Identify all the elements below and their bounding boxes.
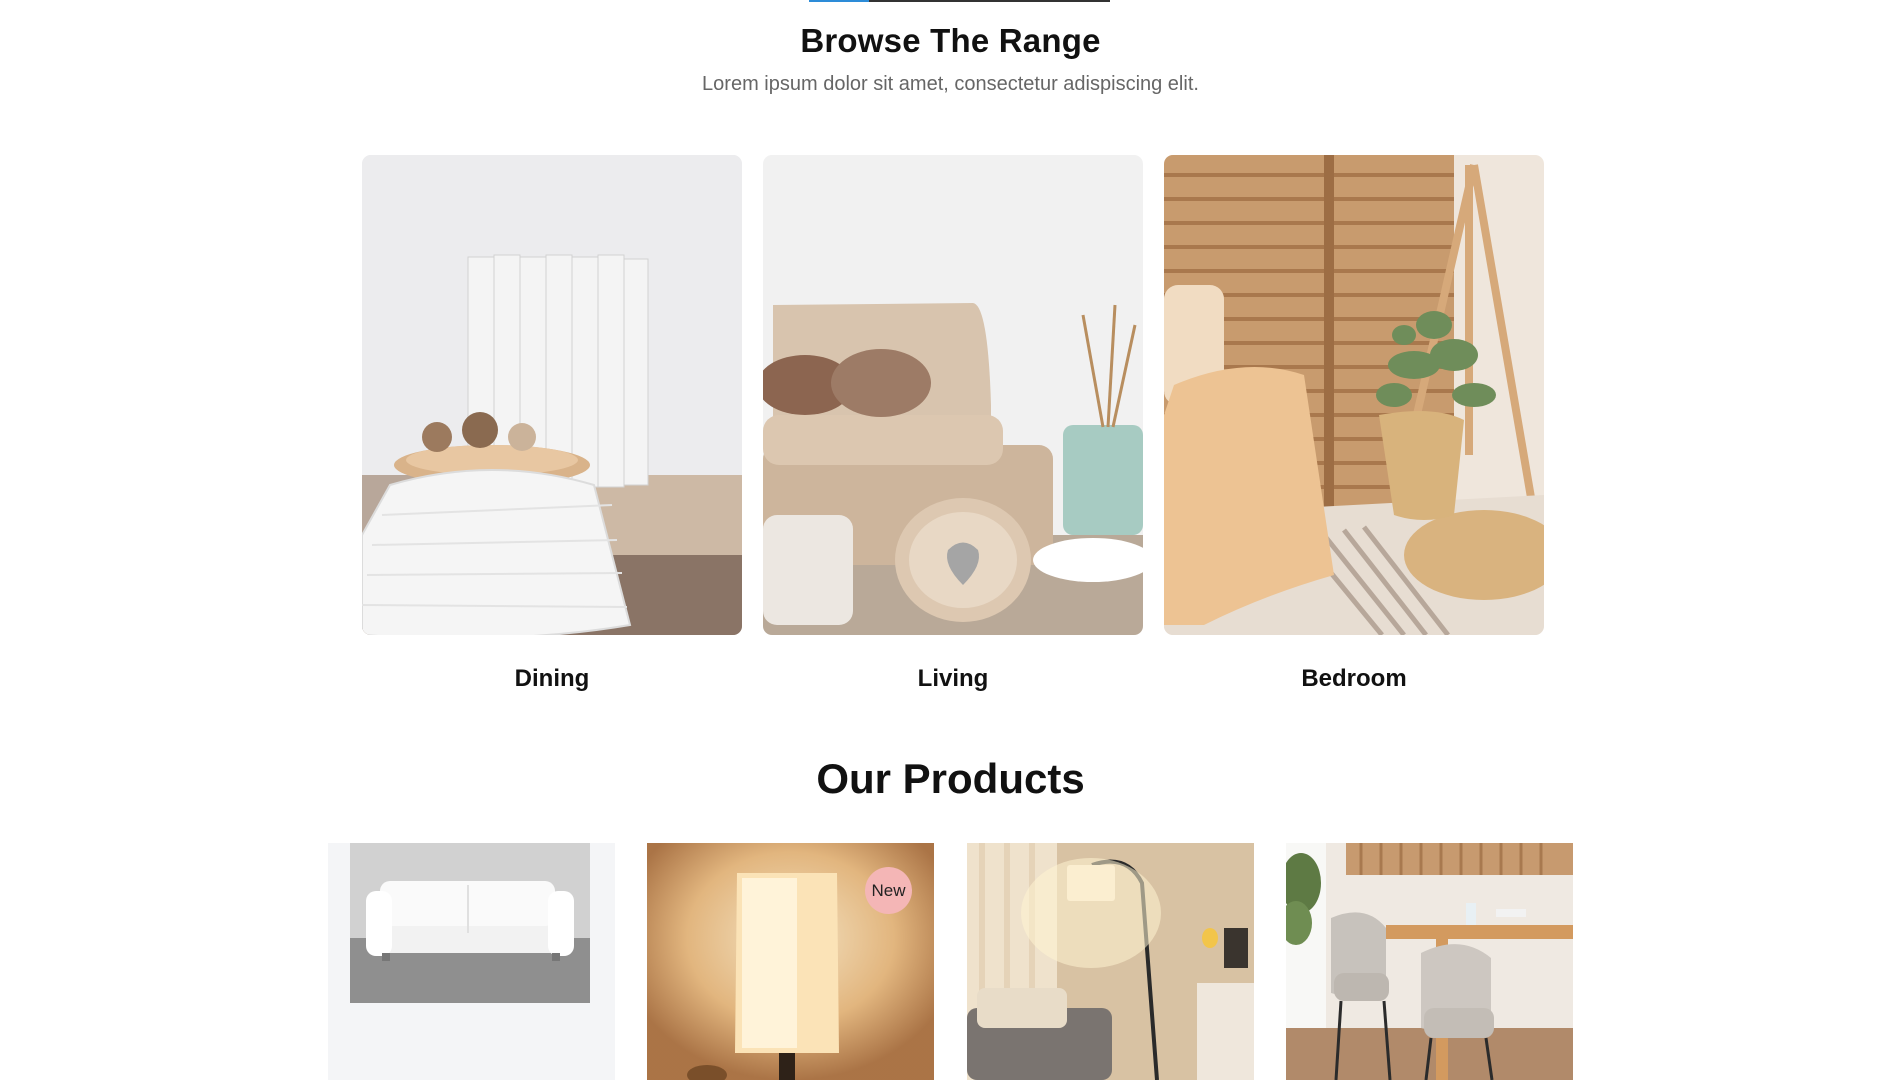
browse-range-subtitle: Lorem ipsum dolor sit amet, consectetur … bbox=[702, 73, 1199, 95]
category-card-bedroom[interactable]: Bedroom bbox=[1164, 155, 1544, 693]
category-card-living[interactable]: Living bbox=[763, 155, 1143, 693]
living-image[interactable] bbox=[763, 155, 1143, 635]
product-card[interactable] bbox=[328, 843, 615, 1080]
product-card[interactable] bbox=[1286, 843, 1573, 1080]
dining-image[interactable] bbox=[362, 155, 742, 635]
bedroom-image[interactable] bbox=[1164, 155, 1544, 635]
product-image-dining-chairs[interactable] bbox=[1286, 843, 1573, 1080]
product-card[interactable] bbox=[967, 843, 1254, 1080]
browse-range-title: Browse The Range bbox=[800, 22, 1101, 59]
product-image-white-sofa[interactable] bbox=[328, 843, 615, 1080]
new-badge: New bbox=[865, 867, 912, 914]
divider-accent bbox=[809, 0, 869, 2]
category-label-living[interactable]: Living bbox=[763, 665, 1143, 693]
category-card-dining[interactable]: Dining bbox=[362, 155, 742, 693]
category-label-bedroom[interactable]: Bedroom bbox=[1164, 665, 1544, 693]
our-products-title: Our Products bbox=[816, 755, 1085, 802]
section-divider bbox=[809, 0, 1110, 2]
product-card[interactable]: New bbox=[647, 843, 934, 1080]
category-label-dining[interactable]: Dining bbox=[362, 665, 742, 693]
page: Browse The Range Lorem ipsum dolor sit a… bbox=[0, 0, 1901, 1080]
product-image-floor-lamp[interactable] bbox=[967, 843, 1254, 1080]
